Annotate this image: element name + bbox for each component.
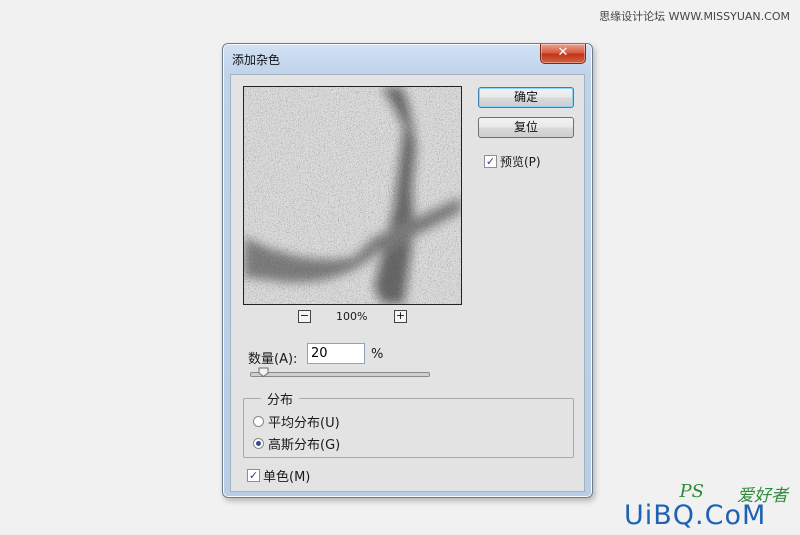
zoom-out-button[interactable]: − bbox=[298, 310, 311, 323]
ok-button[interactable]: 确定 bbox=[478, 87, 574, 108]
watermark-top: 思缘设计论坛 WWW.MISSYUAN.COM bbox=[599, 10, 790, 23]
preview-checkbox-label: 预览(P) bbox=[500, 155, 541, 169]
monochromatic-checkbox[interactable]: ✓ 单色(M) bbox=[247, 466, 310, 485]
plus-icon: + bbox=[395, 309, 406, 322]
zoom-level: 100% bbox=[336, 310, 368, 323]
monochromatic-checkbox-label: 单色(M) bbox=[263, 470, 311, 485]
checkmark-icon: ✓ bbox=[247, 469, 260, 482]
amount-slider-thumb[interactable] bbox=[258, 367, 269, 377]
watermark-ps: PS bbox=[679, 481, 704, 502]
reset-button[interactable]: 复位 bbox=[478, 117, 574, 138]
watermark-uibq: UiBQ.CoM bbox=[624, 500, 767, 531]
gaussian-radio[interactable]: 高斯分布(G) bbox=[253, 434, 340, 453]
radio-unselected-icon bbox=[253, 416, 264, 427]
noise-preview-svg bbox=[244, 87, 461, 304]
watermark-bottom: PS 爱好者 UiBQ.CoM bbox=[624, 481, 794, 531]
amount-slider-track[interactable] bbox=[250, 372, 430, 377]
noise-preview-image[interactable] bbox=[243, 86, 462, 305]
dialog-title: 添加杂色 bbox=[232, 53, 281, 67]
close-icon: ✕ bbox=[557, 45, 569, 60]
amount-input[interactable] bbox=[307, 343, 365, 364]
uniform-radio[interactable]: 平均分布(U) bbox=[253, 412, 340, 431]
preview-checkbox[interactable]: ✓ 预览(P) bbox=[484, 153, 541, 170]
uniform-radio-label: 平均分布(U) bbox=[268, 416, 340, 431]
amount-label: 数量(A): bbox=[248, 352, 298, 367]
minus-icon: − bbox=[299, 309, 310, 322]
gaussian-radio-label: 高斯分布(G) bbox=[268, 438, 341, 453]
close-button[interactable]: ✕ bbox=[540, 44, 586, 64]
add-noise-dialog: 添加杂色 ✕ − 100% + 确定 复位 ✓ 预览(P) 数量(A): 20 … bbox=[222, 43, 593, 498]
zoom-controls: − 100% + bbox=[231, 310, 474, 326]
amount-unit: % bbox=[371, 347, 384, 362]
checkmark-icon: ✓ bbox=[484, 155, 497, 168]
radio-selected-icon bbox=[253, 438, 264, 449]
dialog-client: − 100% + 确定 复位 ✓ 预览(P) 数量(A): % 分布 平均分布(… bbox=[230, 74, 585, 492]
zoom-in-button[interactable]: + bbox=[394, 310, 407, 323]
distribution-title: 分布 bbox=[261, 389, 300, 408]
